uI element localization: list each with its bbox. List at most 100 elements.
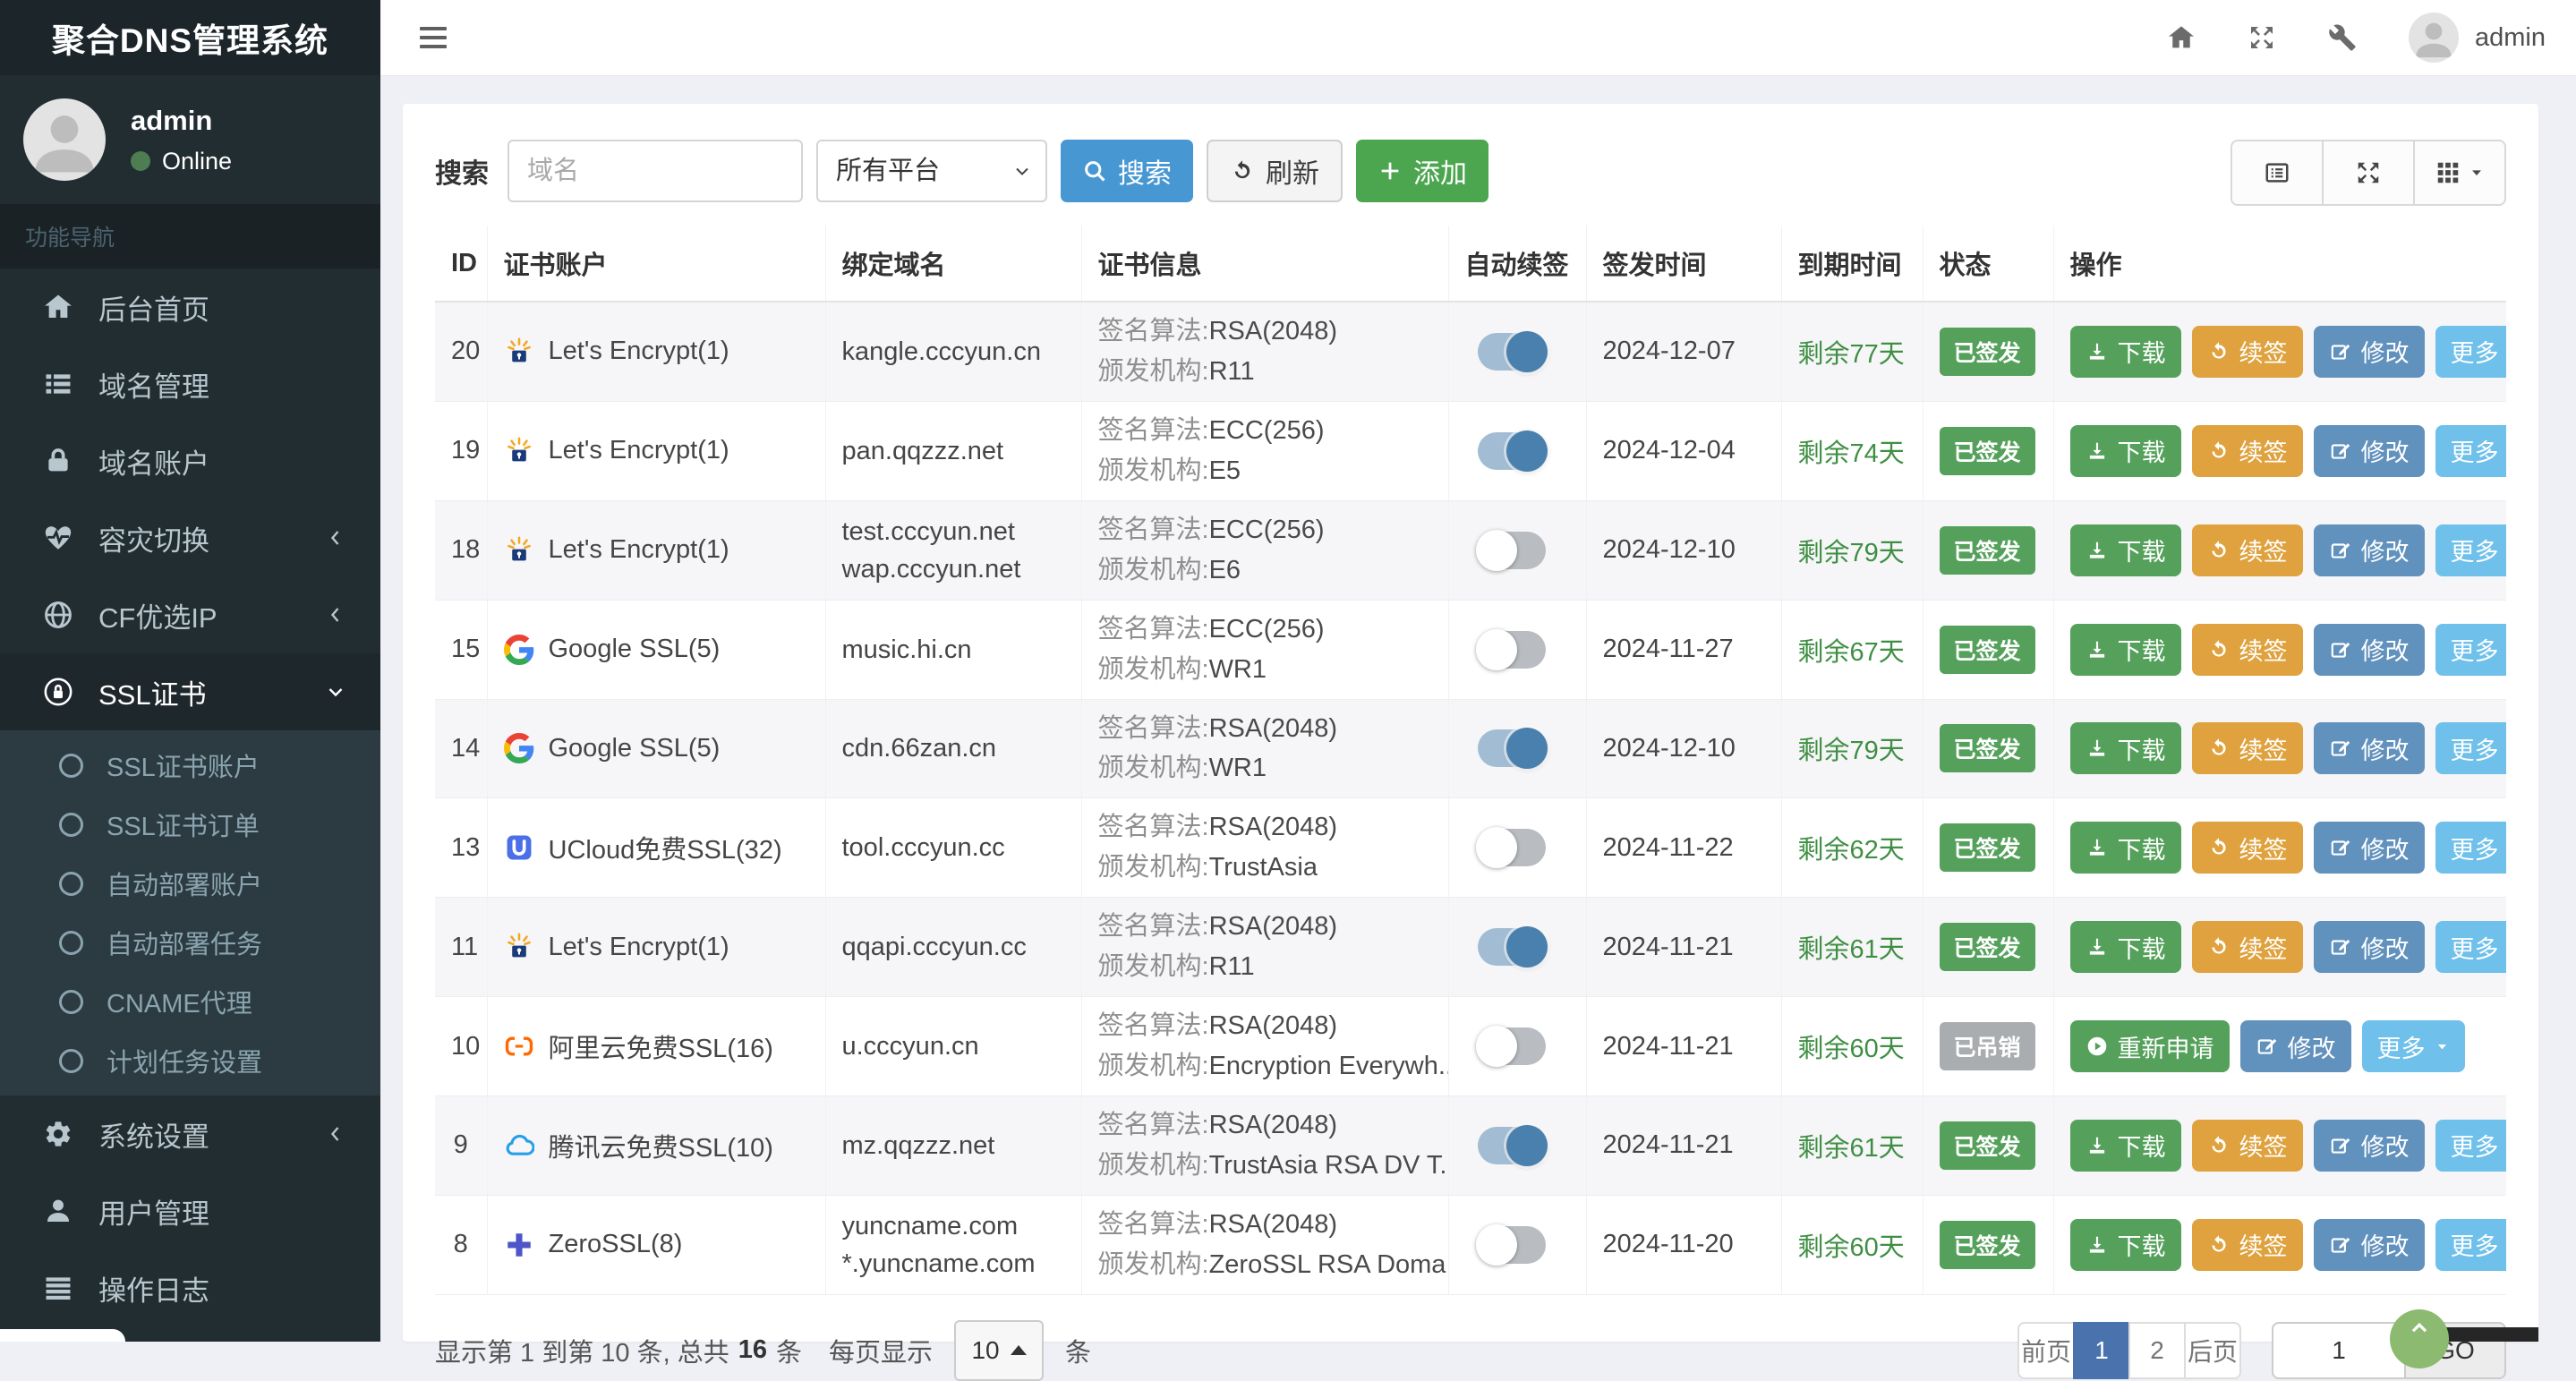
renew-button[interactable]: 续签: [2191, 1119, 2303, 1172]
edit-button[interactable]: 修改: [2313, 921, 2425, 974]
renew-button[interactable]: 续签: [2191, 524, 2303, 576]
more-button[interactable]: 更多: [2435, 822, 2506, 874]
back-to-top-button[interactable]: [2390, 1309, 2449, 1368]
row-actions: 下载 续签 修改 更多: [2069, 524, 2506, 576]
sidebar-item-label: 域名账户: [98, 448, 209, 480]
renew-button[interactable]: 续签: [2191, 325, 2303, 378]
renew-button[interactable]: 续签: [2191, 722, 2303, 775]
sidebar-subitem[interactable]: 计划任务设置: [0, 1031, 380, 1090]
sidebar-item-home[interactable]: 后台首页: [0, 269, 380, 345]
sidebar-item-logs[interactable]: 操作日志: [0, 1249, 380, 1326]
download-button[interactable]: 下载: [2069, 325, 2181, 378]
more-button[interactable]: 更多: [2435, 921, 2506, 974]
sidebar-item-cf-ip[interactable]: CF优选IP: [0, 576, 380, 653]
search-input[interactable]: [508, 140, 803, 202]
more-button[interactable]: 更多: [2361, 1020, 2465, 1073]
download-button[interactable]: 下载: [2069, 921, 2181, 974]
edit-button[interactable]: 修改: [2313, 1218, 2425, 1271]
home-icon[interactable]: [2167, 23, 2196, 52]
auto-renew-toggle[interactable]: [1477, 926, 1548, 968]
download-button[interactable]: 下载: [2069, 822, 2181, 874]
search-icon: [1082, 158, 1107, 183]
auto-renew-toggle[interactable]: [1475, 529, 1546, 571]
page-button-前页[interactable]: 前页: [2017, 1321, 2075, 1379]
menu-toggle-button[interactable]: [414, 21, 452, 54]
view-button-arrows-expand-icon[interactable]: [2322, 140, 2415, 206]
sidebar-subitem[interactable]: 自动部署任务: [0, 913, 380, 972]
add-button[interactable]: 添加: [1356, 140, 1488, 202]
auto-renew-toggle[interactable]: [1475, 827, 1546, 869]
refresh-button[interactable]: 刷新: [1207, 140, 1343, 202]
chevron-left-icon: [325, 1123, 346, 1145]
download-button[interactable]: 下载: [2069, 1218, 2181, 1271]
edit-button[interactable]: 修改: [2313, 524, 2425, 576]
sidebar-item-label: 域名管理: [98, 371, 209, 403]
sidebar-item-failover[interactable]: 容灾切换: [0, 499, 380, 576]
user-panel: admin Online: [0, 75, 380, 204]
page-size-select[interactable]: 10: [954, 1319, 1045, 1381]
renew-button[interactable]: 续签: [2191, 1218, 2303, 1271]
more-button[interactable]: 更多: [2435, 722, 2506, 775]
renew-button[interactable]: 续签: [2191, 921, 2303, 974]
platform-select[interactable]: 所有平台: [816, 140, 1047, 202]
auto-renew-toggle[interactable]: [1477, 728, 1548, 770]
download-button[interactable]: 下载: [2069, 524, 2181, 576]
auto-renew-toggle[interactable]: [1477, 1124, 1548, 1166]
auto-renew-toggle[interactable]: [1475, 1026, 1546, 1068]
more-button[interactable]: 更多: [2435, 1218, 2506, 1271]
download-button[interactable]: 下载: [2069, 722, 2181, 775]
wrench-icon[interactable]: [2328, 23, 2357, 52]
auto-renew-toggle[interactable]: [1475, 1223, 1546, 1266]
edit-button[interactable]: 修改: [2239, 1020, 2351, 1073]
more-button[interactable]: 更多: [2435, 1119, 2506, 1172]
user-menu[interactable]: admin: [2409, 13, 2546, 63]
auto-renew-toggle[interactable]: [1475, 628, 1546, 670]
auto-renew-toggle[interactable]: [1477, 330, 1548, 372]
status-badge: 已签发: [1939, 625, 2035, 674]
edit-button[interactable]: 修改: [2313, 424, 2425, 477]
fullscreen-icon[interactable]: [2248, 23, 2276, 52]
download-button[interactable]: 下载: [2069, 424, 2181, 477]
edit-button[interactable]: 修改: [2313, 822, 2425, 874]
more-button[interactable]: 更多: [2435, 623, 2506, 676]
cert-info: 签名算法:RSA(2048) 颁发机构:TrustAsia RSA DV T..…: [1097, 1111, 1448, 1180]
cert-id: 8: [435, 1195, 488, 1295]
download-button[interactable]: 下载: [2069, 623, 2181, 676]
more-button[interactable]: 更多: [2435, 424, 2506, 477]
issued-date: 2024-11-21: [1586, 897, 1782, 998]
issued-date: 2024-11-27: [1586, 600, 1782, 700]
sidebar-item-ssl[interactable]: SSL证书: [0, 653, 380, 730]
edit-button[interactable]: 修改: [2313, 1119, 2425, 1172]
view-button-list-alt-icon[interactable]: [2231, 140, 2324, 206]
goto-page-input[interactable]: [2272, 1321, 2406, 1379]
sidebar-subitem[interactable]: 自动部署账户: [0, 854, 380, 913]
sidebar-subitem[interactable]: SSL证书账户: [0, 736, 380, 795]
sidebar-item-settings[interactable]: 系统设置: [0, 1095, 380, 1172]
aliyun-icon: [504, 1031, 534, 1061]
search-button[interactable]: 搜索: [1061, 140, 1193, 202]
more-button[interactable]: 更多: [2435, 524, 2506, 576]
sidebar-item-users[interactable]: 用户管理: [0, 1172, 380, 1249]
row-actions: 下载 续签 修改 更多: [2069, 722, 2506, 775]
page-button-后页[interactable]: 后页: [2184, 1321, 2241, 1379]
edit-button[interactable]: 修改: [2313, 325, 2425, 378]
bound-domains: yuncname.com *.yuncname.com: [841, 1211, 1036, 1278]
page-button-1[interactable]: 1: [2073, 1321, 2130, 1379]
sidebar-item-domain-manage[interactable]: 域名管理: [0, 345, 380, 422]
sidebar-item-domain-accounts[interactable]: 域名账户: [0, 422, 380, 499]
cert-info: 签名算法:ECC(256) 颁发机构:E5: [1097, 415, 1325, 485]
sidebar-subitem[interactable]: CNAME代理: [0, 972, 380, 1031]
auto-renew-toggle[interactable]: [1477, 430, 1548, 472]
page-button-2[interactable]: 2: [2128, 1321, 2186, 1379]
pager: 前页 1 2 后页: [2017, 1321, 2241, 1379]
renew-button[interactable]: 续签: [2191, 822, 2303, 874]
more-button[interactable]: 更多: [2435, 325, 2506, 378]
view-button-grid-icon[interactable]: [2413, 140, 2506, 206]
edit-button[interactable]: 修改: [2313, 722, 2425, 775]
reapply-button[interactable]: 重新申请: [2069, 1020, 2230, 1073]
edit-button[interactable]: 修改: [2313, 623, 2425, 676]
renew-button[interactable]: 续签: [2191, 424, 2303, 477]
renew-button[interactable]: 续签: [2191, 623, 2303, 676]
sidebar-subitem[interactable]: SSL证书订单: [0, 795, 380, 854]
download-button[interactable]: 下载: [2069, 1119, 2181, 1172]
